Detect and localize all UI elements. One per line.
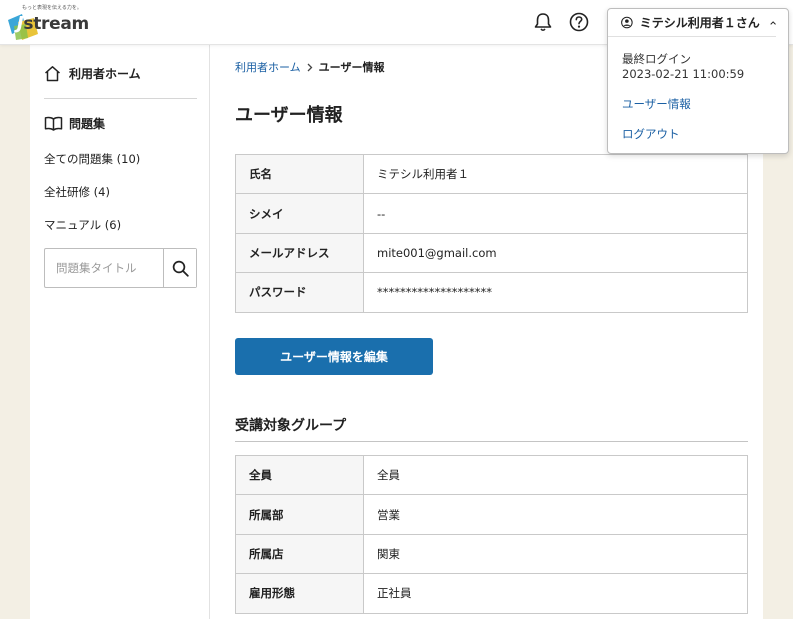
logout-link[interactable]: ログアウト xyxy=(622,126,680,142)
sidebar-item-manual[interactable]: マニュアル (6) xyxy=(44,217,121,233)
breadcrumb: 利用者ホーム ユーザー情報 xyxy=(235,59,384,75)
user-info-link[interactable]: ユーザー情報 xyxy=(622,96,691,112)
sidebar: 利用者ホーム 問題集 全ての問題集 (10) 全社研修 (4) マニュアル (6… xyxy=(30,45,210,619)
field-label: 氏名 xyxy=(235,153,364,195)
breadcrumb-home-link[interactable]: 利用者ホーム xyxy=(235,59,301,75)
workbook-search xyxy=(44,248,197,288)
table-row: 所属部 営業 xyxy=(235,494,748,535)
field-value: ******************** xyxy=(363,272,748,313)
search-icon xyxy=(172,260,189,277)
sidebar-item-all-workbooks[interactable]: 全ての問題集 (10) xyxy=(44,151,140,167)
book-open-icon xyxy=(44,116,63,131)
table-row: 雇用形態 正社員 xyxy=(235,573,748,614)
search-button[interactable] xyxy=(163,249,196,287)
sidebar-section-workbooks: 問題集 xyxy=(44,115,105,132)
table-row: メールアドレス mite001@gmail.com xyxy=(235,232,748,274)
logo-wordmark: Jstream xyxy=(17,13,89,34)
bell-icon[interactable] xyxy=(532,11,554,33)
sidebar-item-company-training[interactable]: 全社研修 (4) xyxy=(44,184,110,200)
user-menu-toggle[interactable]: ミテシル利用者１さん xyxy=(608,9,776,37)
table-row: パスワード ******************** xyxy=(235,272,748,313)
table-row: 氏名 ミテシル利用者１ xyxy=(235,153,748,195)
chevron-up-icon xyxy=(770,20,776,25)
workbook-search-input[interactable] xyxy=(45,249,163,287)
edit-user-info-button[interactable]: ユーザー情報を編集 xyxy=(235,338,433,375)
user-info-table: 氏名 ミテシル利用者１ シメイ -- メールアドレス mite001@gmail.co… xyxy=(235,153,748,313)
field-label: メールアドレス xyxy=(235,232,364,274)
field-label: 所属店 xyxy=(235,533,364,575)
table-row: 所属店 関東 xyxy=(235,533,748,575)
field-value: 営業 xyxy=(363,494,748,535)
breadcrumb-current: ユーザー情報 xyxy=(318,61,385,74)
last-login-time: 2023-02-21 11:00:59 xyxy=(622,67,745,81)
field-label: パスワード xyxy=(235,272,364,313)
field-value: mite001@gmail.com xyxy=(363,232,748,274)
field-label: 所属部 xyxy=(235,494,364,535)
user-name: ミテシル利用者１さん xyxy=(639,16,760,30)
page-title: ユーザー情報 xyxy=(235,105,343,126)
home-icon xyxy=(45,66,60,82)
jstream-logo[interactable]: もっと表現を伝える力を。 Jstream xyxy=(3,2,123,42)
group-table: 全員 全員 所属部 営業 所属店 関東 雇用形態 正社員 xyxy=(235,454,748,614)
logo-tagline: もっと表現を伝える力を。 xyxy=(22,5,82,11)
user-circle-icon xyxy=(621,16,633,29)
section-divider xyxy=(235,441,748,442)
help-icon[interactable] xyxy=(568,11,590,33)
chevron-right-icon xyxy=(307,63,313,72)
field-label: シメイ xyxy=(235,193,364,234)
field-value: 関東 xyxy=(363,533,748,575)
sidebar-section-label: 問題集 xyxy=(69,117,106,131)
field-value: ミテシル利用者１ xyxy=(363,153,748,195)
field-value: 正社員 xyxy=(363,573,748,614)
field-label: 雇用形態 xyxy=(235,573,364,614)
last-login-label: 最終ログイン xyxy=(622,52,691,66)
sidebar-divider xyxy=(44,98,197,99)
field-value: -- xyxy=(363,193,748,234)
group-section-title: 受講対象グループ xyxy=(235,418,347,434)
sidebar-home-label: 利用者ホーム xyxy=(69,67,141,81)
table-row: シメイ -- xyxy=(235,193,748,234)
user-dropdown-menu: ミテシル利用者１さん 最終ログイン 2023-02-21 11:00:59 ユー… xyxy=(607,8,789,154)
table-row: 全員 全員 xyxy=(235,454,748,496)
field-label: 全員 xyxy=(235,454,364,496)
sidebar-item-home[interactable]: 利用者ホーム xyxy=(44,65,141,82)
field-value: 全員 xyxy=(363,454,748,496)
